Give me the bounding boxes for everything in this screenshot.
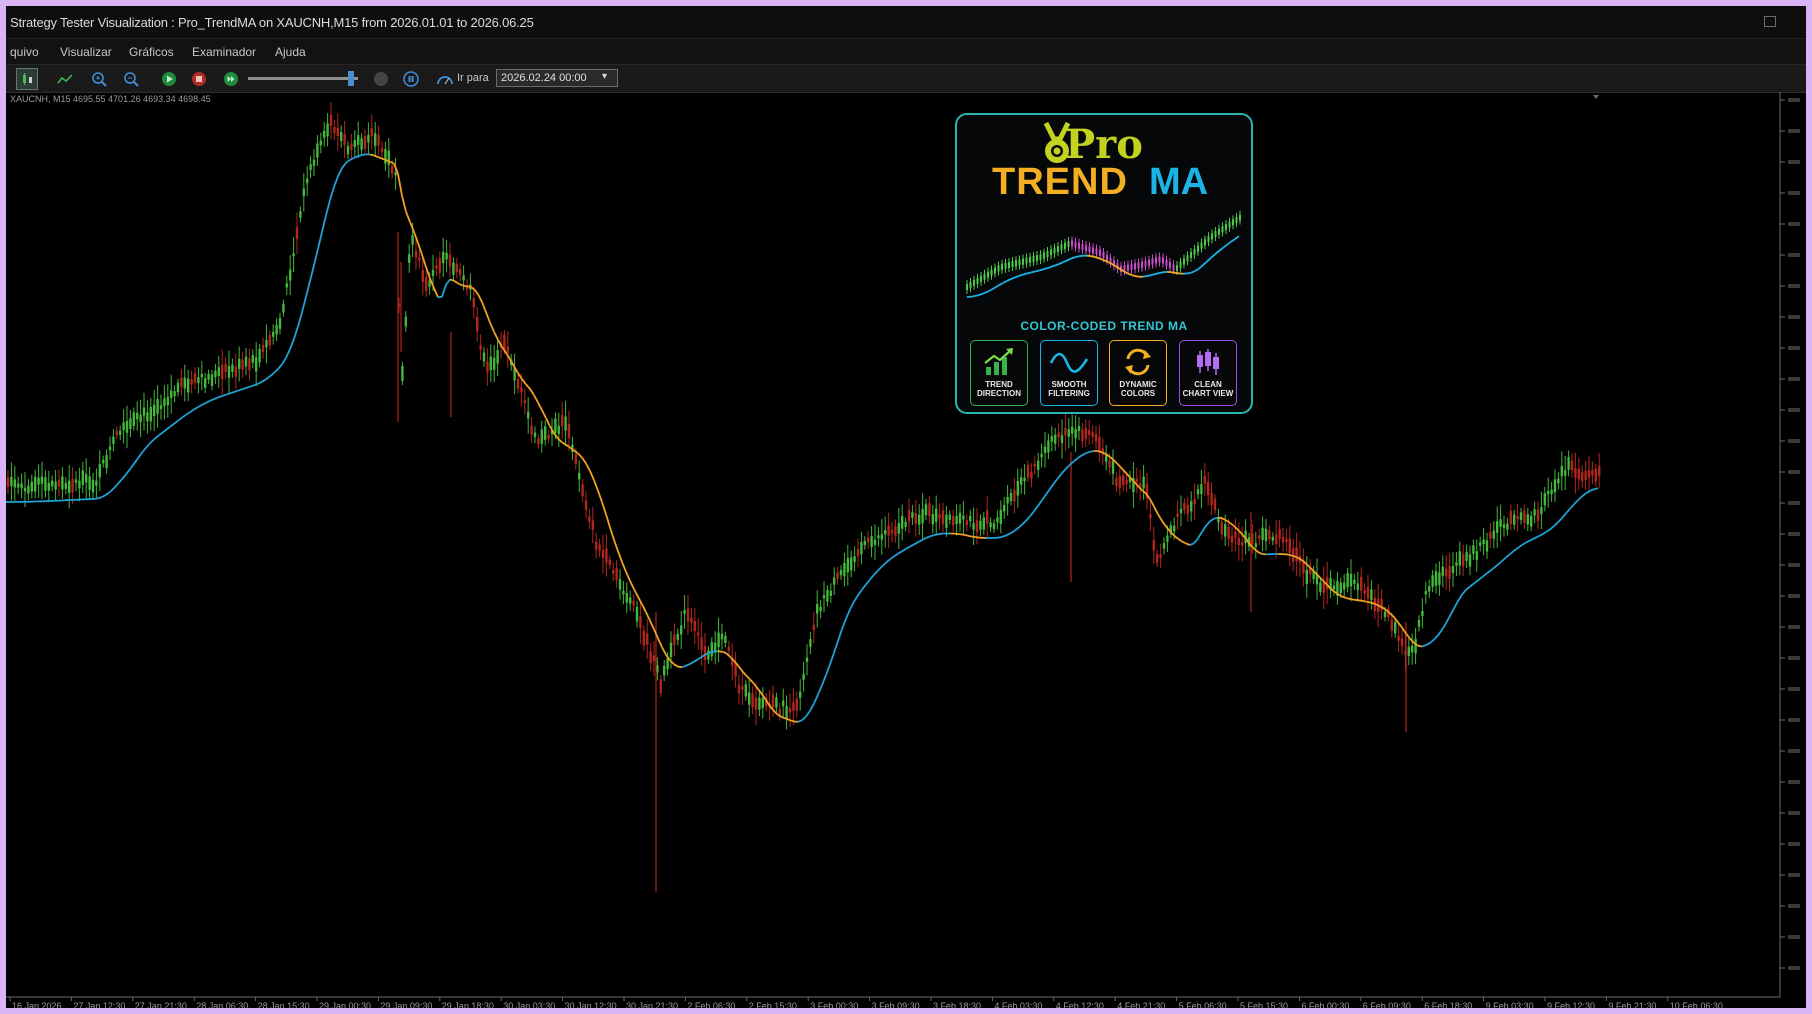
logo-subtitle: COLOR-CODED TREND MA <box>1020 319 1188 333</box>
menu-bar: quivo Visualizar Gráficos Examinador Aju… <box>6 39 1806 65</box>
zoom-in-button[interactable] <box>88 68 110 90</box>
feature-label: DYNAMIC <box>1119 380 1157 389</box>
time-tick-label: 4 Feb 21:30 <box>1117 1001 1165 1008</box>
tester-toolbar: Ir para 2026.02.24 00:00 ▾ <box>6 65 1806 93</box>
feature-label: FILTERING <box>1048 389 1090 398</box>
time-tick-label: 3 Feb 18:30 <box>933 1001 981 1008</box>
time-tick-label: 29 Jan 18:30 <box>442 1001 494 1008</box>
logo-ma-text: MA <box>1149 161 1209 203</box>
line-chart-icon <box>57 74 73 84</box>
logo-trend-text: TREND <box>992 161 1128 203</box>
stop-icon <box>192 72 206 86</box>
menu-graficos[interactable]: Gráficos <box>129 45 174 59</box>
time-tick-label: 3 Feb 09:30 <box>872 1001 920 1008</box>
time-tick-label: 3 Feb 00:30 <box>810 1001 858 1008</box>
time-tick-label: 28 Jan 15:30 <box>258 1001 310 1008</box>
pause-icon <box>403 71 419 87</box>
time-tick-label: 29 Jan 09:30 <box>380 1001 432 1008</box>
feature-label: TREND <box>985 380 1013 389</box>
time-tick-label: 30 Jan 21:30 <box>626 1001 678 1008</box>
feature-smooth-filtering: SMOOTH FILTERING <box>1040 340 1098 406</box>
time-tick-label: 4 Feb 12:30 <box>1056 1001 1104 1008</box>
menu-examinador[interactable]: Examinador <box>192 45 256 59</box>
strategy-tester-window: Strategy Tester Visualization : Pro_Tren… <box>6 6 1806 1008</box>
time-tick-label: 9 Feb 12:30 <box>1547 1001 1595 1008</box>
candles-icon <box>1197 349 1219 375</box>
time-tick-label: 29 Jan 00:30 <box>319 1001 371 1008</box>
skip-disabled-button <box>370 68 392 90</box>
logo-mini-chart <box>966 210 1241 298</box>
feature-label: DIRECTION <box>977 389 1021 398</box>
feature-trend-direction: TREND DIRECTION <box>970 340 1028 406</box>
time-tick-label: 6 Feb 00:30 <box>1301 1001 1349 1008</box>
restore-window-icon[interactable] <box>1764 16 1776 27</box>
trend-ma-line <box>6 153 1599 723</box>
feature-dynamic-colors: DYNAMIC COLORS <box>1109 340 1167 406</box>
shift-marker-icon[interactable] <box>1593 95 1599 99</box>
feature-label: CHART VIEW <box>1182 389 1234 398</box>
time-tick-label: 27 Jan 12:30 <box>73 1001 125 1008</box>
stop-button[interactable] <box>188 68 210 90</box>
zoom-out-button[interactable] <box>120 68 142 90</box>
trend-arrow-icon <box>984 348 1013 375</box>
time-tick-label: 5 Feb 15:30 <box>1240 1001 1288 1008</box>
line-view-button[interactable] <box>54 68 76 90</box>
step-forward-button[interactable] <box>220 68 242 90</box>
feature-label: SMOOTH <box>1051 380 1087 389</box>
pause-button[interactable] <box>400 68 422 90</box>
zoom-in-icon <box>92 72 107 87</box>
time-tick-label: 10 Feb 06:30 <box>1670 1001 1723 1008</box>
feature-label: COLORS <box>1120 389 1156 398</box>
goto-label: Ir para <box>457 72 489 84</box>
play-icon <box>162 72 176 86</box>
goto-datetime-field[interactable]: 2026.02.24 00:00 <box>496 69 618 87</box>
time-tick-label: 16 Jan 2026 <box>12 1001 62 1008</box>
price-axis <box>1779 92 1800 997</box>
time-tick-label: 27 Jan 21:30 <box>135 1001 187 1008</box>
time-tick-label: 6 Feb 09:30 <box>1363 1001 1411 1008</box>
candles-view-button[interactable] <box>16 68 38 90</box>
play-button[interactable] <box>158 68 180 90</box>
speed-slider-handle[interactable] <box>348 71 354 86</box>
step-forward-icon <box>224 72 238 86</box>
skip-icon <box>374 72 388 86</box>
wave-icon <box>1049 352 1089 373</box>
price-chart[interactable]: 16 Jan 2026 27 Jan 12:30 27 Jan 21:30 28 Ja… <box>6 92 1806 1008</box>
feature-label: CLEAN <box>1194 380 1222 389</box>
time-tick-label: 5 Feb 06:30 <box>1179 1001 1227 1008</box>
speed-slider-track[interactable] <box>248 77 358 80</box>
window-title: Strategy Tester Visualization : Pro_Tren… <box>10 15 534 30</box>
menu-visualizar[interactable]: Visualizar <box>60 45 112 59</box>
time-tick-label: 28 Jan 06:30 <box>196 1001 248 1008</box>
time-tick-label: 9 Feb 03:30 <box>1486 1001 1534 1008</box>
time-tick-label: 30 Jan 12:30 <box>565 1001 617 1008</box>
time-tick-label: 6 Feb 18:30 <box>1424 1001 1472 1008</box>
feature-clean-chart-view: CLEAN CHART VIEW <box>1179 340 1237 406</box>
dropdown-arrow-icon[interactable]: ▾ <box>602 71 607 82</box>
speedometer-icon <box>437 76 453 85</box>
candles-icon <box>23 73 32 85</box>
menu-arquivo[interactable]: quivo <box>10 45 39 59</box>
time-tick-label: 2 Feb 15:30 <box>749 1001 797 1008</box>
time-axis: 16 Jan 2026 27 Jan 12:30 27 Jan 21:30 28 Ja… <box>6 996 1780 1008</box>
pro-trend-ma-logo-card: Pro TREND MA COLOR-CODED TREND MA TREND … <box>955 113 1253 414</box>
candlesticks <box>6 102 1601 892</box>
title-bar: Strategy Tester Visualization : Pro_Tren… <box>6 6 1806 39</box>
menu-ajuda[interactable]: Ajuda <box>275 45 306 59</box>
time-tick-label: 2 Feb 06:30 <box>687 1001 735 1008</box>
time-tick-label: 9 Feb 21:30 <box>1608 1001 1656 1008</box>
goto-time-button[interactable] <box>434 68 456 90</box>
time-tick-label: 30 Jan 03:30 <box>503 1001 555 1008</box>
zoom-out-icon <box>124 72 139 87</box>
refresh-icon <box>1125 348 1151 376</box>
time-tick-label: 4 Feb 03:30 <box>994 1001 1042 1008</box>
